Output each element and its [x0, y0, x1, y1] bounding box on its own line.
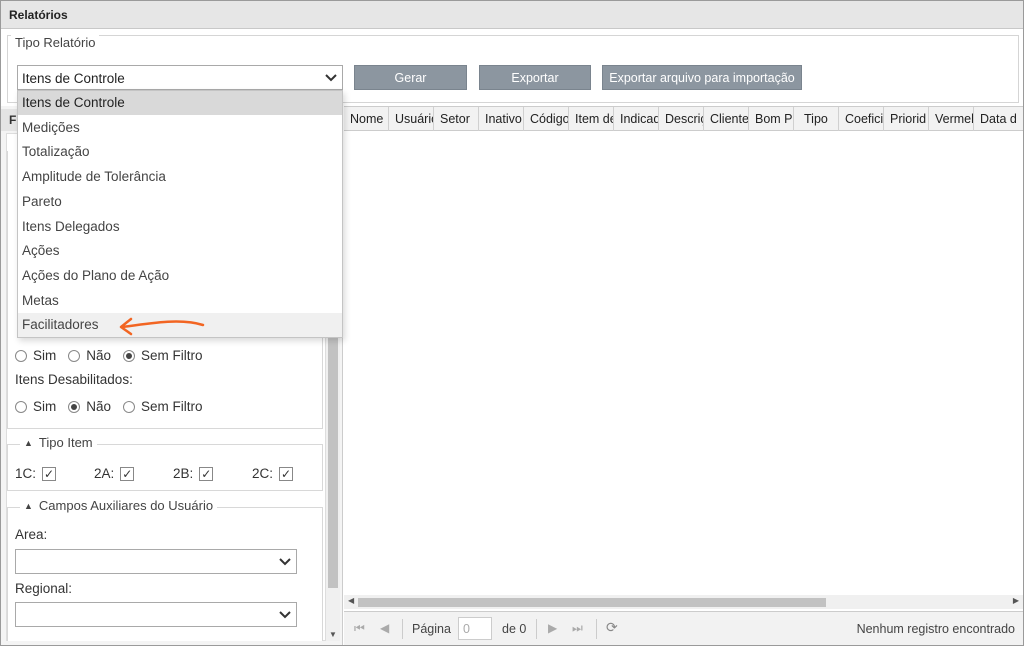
previous-page-icon[interactable]: ◀	[380, 621, 389, 635]
column-header[interactable]: Data d	[974, 107, 1023, 131]
results-grid: Nome Usuário Setor Inativo Código Item d…	[344, 106, 1023, 645]
pager-status: Nenhum registro encontrado	[856, 622, 1015, 636]
column-header[interactable]: Descriç	[659, 107, 704, 131]
dropdown-option[interactable]: Totalização	[18, 140, 342, 164]
radio-icon[interactable]	[123, 400, 136, 413]
chevron-down-icon[interactable]	[274, 603, 296, 626]
radio-icon[interactable]	[15, 349, 27, 362]
dropdown-option[interactable]: Medições	[18, 116, 342, 140]
tipo-relatorio-dropdown-list: Itens de Controle Medições Totalização A…	[17, 90, 343, 338]
dropdown-option[interactable]: Ações do Plano de Ação	[18, 264, 342, 288]
last-page-icon[interactable]: ⏭	[572, 621, 583, 636]
radio-option-nao[interactable]: Não	[68, 399, 111, 414]
pager-separator	[596, 619, 597, 639]
dropdown-option[interactable]: Pareto	[18, 190, 342, 214]
radio-option-sem-filtro[interactable]: Sem Filtro	[123, 399, 203, 414]
column-header[interactable]: Bom Pa	[749, 107, 794, 131]
tipo-item-2c[interactable]: 2C: ✓	[252, 466, 294, 481]
grid-horizontal-scrollbar[interactable]: ◀ ▶	[344, 595, 1023, 609]
column-header[interactable]: Priorid	[884, 107, 929, 131]
radio-option-sim[interactable]: Sim	[15, 348, 56, 363]
pager-separator	[402, 619, 403, 639]
radio-option-sem-filtro[interactable]: Sem Filtro	[123, 348, 203, 363]
exportar-arquivo-button[interactable]: Exportar arquivo para importação	[602, 65, 802, 90]
scrollbar-thumb[interactable]	[328, 338, 338, 588]
column-header[interactable]: Indicad	[614, 107, 659, 131]
tipo-item-2b[interactable]: 2B: ✓	[173, 466, 214, 481]
radio-group-1: Sim Não Sem Filtro	[15, 348, 215, 363]
tipo-relatorio-legend: Tipo Relatório	[11, 35, 100, 50]
reports-window: Relatórios Tipo Relatório Itens de Contr…	[0, 0, 1024, 646]
checkbox-checked-icon[interactable]: ✓	[279, 466, 294, 481]
collapse-triangle-icon[interactable]: ▲	[24, 501, 33, 511]
column-header[interactable]: Setor	[434, 107, 479, 131]
dropdown-option[interactable]: Itens de Controle	[18, 91, 342, 115]
column-header[interactable]: Cliente	[704, 107, 749, 131]
scrollbar-thumb[interactable]	[358, 598, 826, 607]
tipo-item-2a[interactable]: 2A: ✓	[94, 466, 135, 481]
grid-header: Nome Usuário Setor Inativo Código Item d…	[344, 106, 1023, 131]
dropdown-option[interactable]: Ações	[18, 239, 342, 263]
radio-group-itens-desabilitados: Sim Não Sem Filtro	[15, 399, 215, 414]
column-header[interactable]: Nome	[344, 107, 389, 131]
tipo-item-group-title[interactable]: ▲ Tipo Item	[20, 435, 97, 450]
chevron-down-icon[interactable]	[274, 550, 296, 573]
regional-select[interactable]	[15, 602, 297, 627]
column-header[interactable]: Vermel	[929, 107, 974, 131]
checkbox-checked-icon[interactable]: ✓	[199, 466, 214, 481]
window-titlebar: Relatórios	[1, 1, 1023, 29]
dropdown-option[interactable]: Metas	[18, 289, 342, 313]
radio-option-sim[interactable]: Sim	[15, 399, 56, 414]
collapse-triangle-icon[interactable]: ▲	[24, 438, 33, 448]
column-header[interactable]: Código	[524, 107, 569, 131]
radio-icon[interactable]	[68, 349, 81, 362]
radio-icon[interactable]	[68, 400, 81, 413]
scroll-left-arrow-icon[interactable]: ◀	[348, 596, 354, 605]
exportar-button[interactable]: Exportar	[479, 65, 591, 90]
chevron-down-icon[interactable]	[320, 66, 342, 89]
window-title: Relatórios	[9, 8, 68, 22]
area-label: Area:	[15, 527, 48, 542]
next-page-icon[interactable]: ▶	[548, 621, 557, 635]
column-header[interactable]: Item de	[569, 107, 614, 131]
regional-label: Regional:	[15, 581, 73, 596]
campos-auxiliares-group-title[interactable]: ▲ Campos Auxiliares do Usuário	[20, 498, 218, 513]
page-label: Página	[412, 622, 451, 636]
tipo-relatorio-select[interactable]: Itens de Controle	[17, 65, 343, 90]
itens-desabilitados-label: Itens Desabilitados:	[15, 372, 133, 387]
grid-pager: ⏮ ◀ Página 0 de 0 ▶ ⏭ ⟳ Nenhum registro …	[344, 611, 1023, 645]
pager-separator	[536, 619, 537, 639]
column-header[interactable]: Usuário	[389, 107, 434, 131]
column-header[interactable]: Inativo	[479, 107, 524, 131]
tipo-item-1c[interactable]: 1C: ✓	[15, 466, 57, 481]
scroll-down-arrow-icon[interactable]: ▼	[329, 630, 337, 639]
checkbox-checked-icon[interactable]: ✓	[42, 466, 57, 481]
column-header[interactable]: Coefici	[839, 107, 884, 131]
column-header[interactable]: Tipo	[794, 107, 839, 131]
page-count-label: de 0	[502, 622, 527, 636]
checkbox-checked-icon[interactable]: ✓	[120, 466, 135, 481]
scroll-right-arrow-icon[interactable]: ▶	[1013, 596, 1019, 605]
gerar-button[interactable]: Gerar	[354, 65, 467, 90]
tipo-relatorio-selected-value: Itens de Controle	[22, 71, 125, 86]
refresh-icon[interactable]: ⟳	[606, 619, 618, 636]
dropdown-option[interactable]: Itens Delegados	[18, 215, 342, 239]
area-select[interactable]	[15, 549, 297, 574]
radio-icon[interactable]	[15, 400, 27, 413]
dropdown-option[interactable]: Amplitude de Tolerância	[18, 165, 342, 189]
page-number-input[interactable]: 0	[458, 617, 492, 640]
first-page-icon[interactable]: ⏮	[354, 621, 365, 636]
annotation-arrow-icon	[119, 317, 205, 336]
radio-option-nao[interactable]: Não	[68, 348, 111, 363]
radio-icon[interactable]	[123, 349, 136, 362]
